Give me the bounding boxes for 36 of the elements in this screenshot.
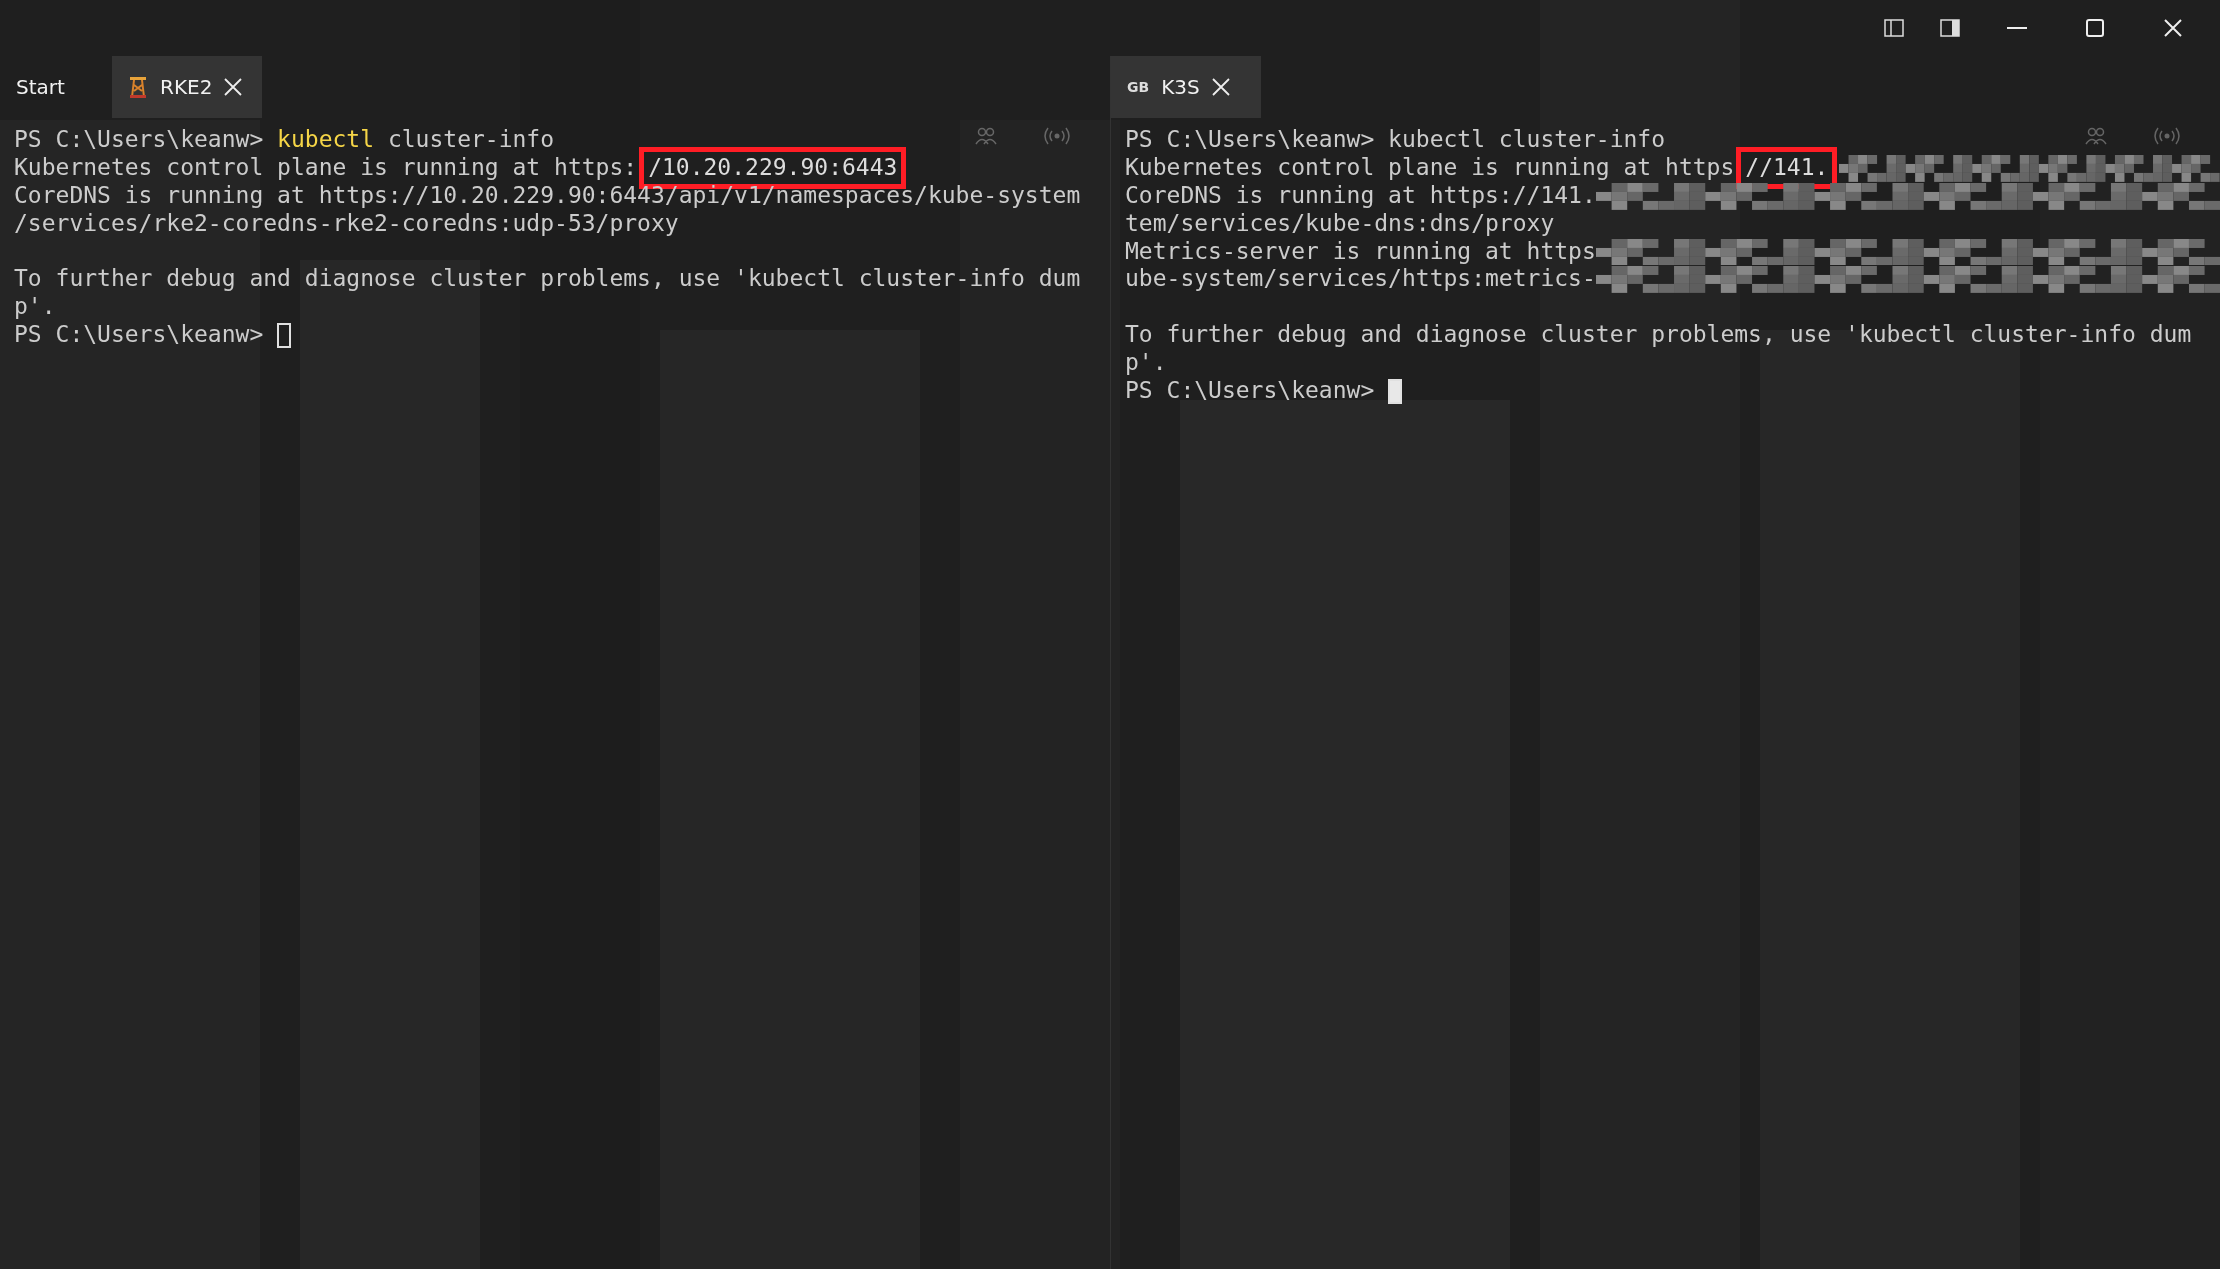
tower-icon [128,75,148,99]
broadcast-icon [1044,126,1070,146]
terminal-text: PS C:\Users\keanw> kubectl cluster-info [1125,126,1666,154]
close-icon[interactable] [224,78,243,96]
tab-label: RKE2 [160,75,213,99]
close-icon [2164,19,2182,37]
terminal-text: Kubernetes control plane is running at https: [14,153,638,182]
terminal-text: /services/rke2-coredns-rke2-coredns:udp-53/proxy [14,209,679,238]
terminal-text: CoreDNS is running at https://141. [1125,181,1596,210]
tab[interactable]: RKE2 [112,56,262,118]
minimize-icon [2007,27,2027,29]
terminal-text: PS C:\Users\keanw> [14,321,265,350]
tab[interactable]: Start [0,56,112,118]
terminal-text: PS C:\Users\keanw> [14,126,265,154]
terminal-text: To further debug and diagnose cluster problems, use 'kubectl cluster-info dum [14,265,1081,294]
broadcast-icon [2154,126,2180,146]
tab[interactable]: GB K3S [1111,56,1261,118]
terminal-text: cluster-info [386,126,555,154]
terminal-text: ube-system/services/https:metrics- [1125,265,1596,294]
terminal-text: p'. [14,293,56,322]
people-icon [974,126,998,146]
close-icon[interactable] [1211,78,1230,96]
panel-icon [1940,19,1960,37]
terminal-text: Kubernetes control plane is running at https [1125,153,1735,182]
maximize-icon [2086,19,2104,37]
terminal-text: Metrics-server is running at https [1125,237,1596,266]
tab-label: Start [16,75,65,99]
people-icon [2084,126,2108,146]
tab-label: K3S [1161,75,1200,99]
tab-icon: GB [1127,79,1150,95]
panel-icon [1884,19,1904,37]
terminal-text: PS C:\Users\keanw> [1125,377,1376,405]
terminal-text: tem/services/kube-dns:dns/proxy [1125,209,1555,238]
terminal-text: To further debug and diagnose cluster problems, use 'kubectl cluster-info dum [1125,321,2192,350]
command-text: kubectl [277,126,375,154]
terminal-text: p'. [1125,349,1167,377]
